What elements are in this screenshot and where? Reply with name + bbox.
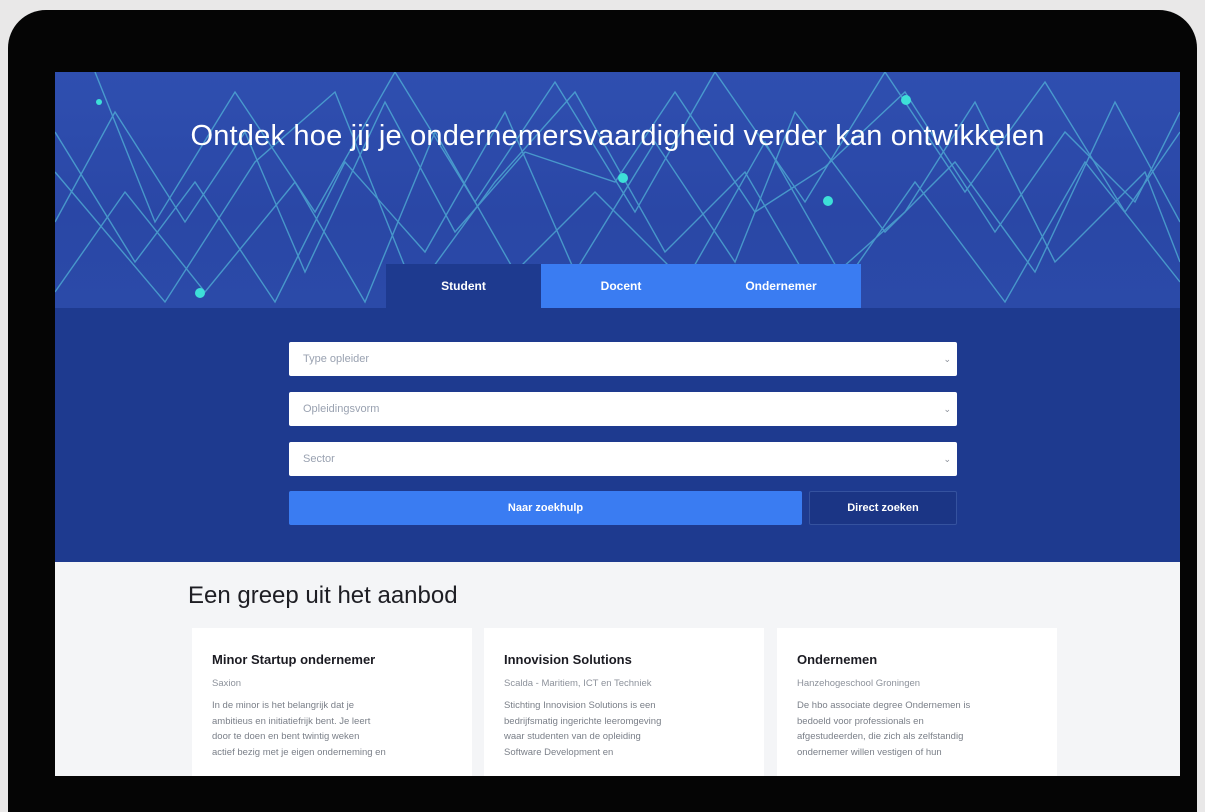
card-description-line: Software Development en — [504, 746, 614, 758]
chevron-down-icon: ⌄ — [943, 354, 951, 364]
card-provider: Hanzehogeschool Groningen — [797, 678, 921, 689]
offer-card[interactable]: Ondernemen Hanzehogeschool Groningen De … — [777, 628, 1057, 776]
offer-section-title: Een greep uit het aanbod — [188, 582, 458, 609]
naar-zoekhulp-button[interactable]: Naar zoekhulp — [289, 491, 802, 525]
laptop-frame: Ontdek hoe jij je ondernemersvaardigheid… — [8, 10, 1197, 812]
type-opleider-select[interactable]: Type opleider ⌄ — [289, 342, 957, 376]
opleidingsvorm-select[interactable]: Opleidingsvorm ⌄ — [289, 392, 957, 426]
card-description-line: bedoeld voor professionals en — [797, 715, 924, 727]
card-description-line: actief bezig met je eigen onderneming en — [212, 746, 386, 758]
hero-banner: Ontdek hoe jij je ondernemersvaardigheid… — [55, 72, 1180, 308]
tab-student[interactable]: Student — [386, 264, 541, 308]
tab-docent[interactable]: Docent — [541, 264, 701, 308]
card-description: De hbo associate degree Ondernemen is be… — [797, 698, 1037, 760]
card-title[interactable]: Minor Startup ondernemer — [212, 652, 452, 667]
tab-ondernemer[interactable]: Ondernemer — [701, 264, 861, 308]
offer-card[interactable]: Innovision Solutions Scalda - Maritiem, … — [484, 628, 764, 776]
offer-card[interactable]: Minor Startup ondernemer Saxion In de mi… — [192, 628, 472, 776]
browser-viewport: Ontdek hoe jij je ondernemersvaardigheid… — [55, 72, 1180, 776]
card-description-line: door te doen en bent twintig weken — [212, 731, 360, 742]
select-placeholder: Opleidingsvorm — [303, 403, 380, 415]
audience-tabs: Student Docent Ondernemer — [386, 264, 861, 308]
card-description-line: Stichting Innovision Solutions is een — [504, 700, 656, 711]
select-placeholder: Sector — [303, 453, 335, 465]
card-description-line: bedrijfsmatig ingerichte leeromgeving — [504, 715, 662, 727]
card-description-line: ambitieus en initiatiefrijk bent. Je lee… — [212, 715, 371, 727]
card-provider: Saxion — [212, 678, 242, 689]
card-description-line: afgestudeerden, die zich als zelfstandig — [797, 731, 964, 742]
sector-select[interactable]: Sector ⌄ — [289, 442, 957, 476]
hero-title: Ontdek hoe jij je ondernemersvaardigheid… — [190, 120, 1045, 152]
chevron-down-icon: ⌄ — [943, 454, 951, 464]
chevron-down-icon: ⌄ — [943, 404, 951, 414]
card-title[interactable]: Innovision Solutions — [504, 652, 744, 667]
card-description: In de minor is het belangrijk dat je amb… — [212, 698, 452, 760]
card-description: Stichting Innovision Solutions is een be… — [504, 698, 744, 760]
card-description-line: In de minor is het belangrijk dat je — [212, 700, 355, 711]
card-provider: Scalda - Maritiem, ICT en Techniek — [504, 678, 652, 689]
select-placeholder: Type opleider — [303, 353, 370, 365]
card-title[interactable]: Ondernemen — [797, 652, 1037, 667]
card-description-line: De hbo associate degree Ondernemen is — [797, 700, 971, 711]
direct-zoeken-button[interactable]: Direct zoeken — [809, 491, 957, 525]
card-description-line: ondernemer willen vestigen of hun — [797, 746, 942, 758]
card-description-line: waar studenten van de opleiding — [504, 731, 641, 742]
search-panel: Type opleider ⌄ Opleidingsvorm ⌄ Sector … — [55, 308, 1180, 562]
